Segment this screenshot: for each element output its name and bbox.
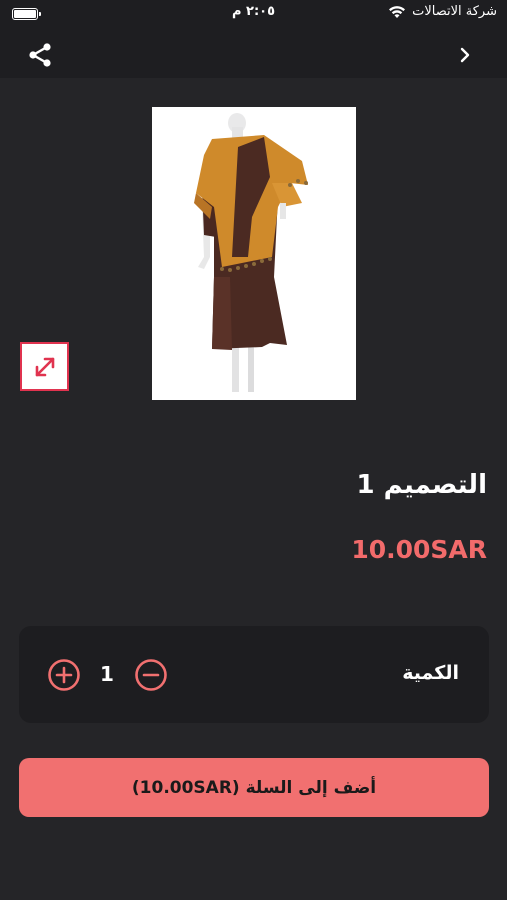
product-title: التصميم 1 bbox=[356, 470, 488, 500]
status-carrier: شركة الاتصالات bbox=[388, 4, 497, 19]
share-icon bbox=[29, 43, 51, 67]
plus-circle-icon bbox=[48, 659, 80, 691]
expand-button[interactable] bbox=[20, 342, 69, 391]
carrier-label: شركة الاتصالات bbox=[412, 4, 497, 19]
chevron-right-icon bbox=[460, 47, 470, 63]
dress-illustration bbox=[152, 107, 356, 400]
product-image[interactable] bbox=[152, 107, 356, 400]
minus-circle-icon bbox=[135, 659, 167, 691]
quantity-value: 1 bbox=[100, 662, 114, 686]
add-to-cart-button[interactable]: أضف إلى السلة (10.00SAR) bbox=[19, 758, 489, 817]
battery-icon bbox=[12, 8, 41, 20]
quantity-label: الكمية bbox=[402, 662, 459, 684]
product-price: 10.00SAR bbox=[351, 535, 487, 564]
share-button[interactable] bbox=[22, 40, 58, 70]
quantity-increase-button[interactable] bbox=[47, 658, 81, 692]
back-button[interactable] bbox=[453, 40, 477, 70]
add-to-cart-label: أضف إلى السلة (10.00SAR) bbox=[131, 777, 377, 798]
quantity-decrease-button[interactable] bbox=[134, 658, 168, 692]
status-time: ٢:٠٥ م bbox=[231, 4, 276, 19]
expand-icon bbox=[35, 357, 54, 376]
nav-bar bbox=[0, 30, 507, 78]
status-bar: ٢:٠٥ م شركة الاتصالات bbox=[0, 0, 507, 30]
wifi-icon bbox=[389, 5, 406, 18]
quantity-card: الكمية 1 bbox=[19, 626, 489, 723]
